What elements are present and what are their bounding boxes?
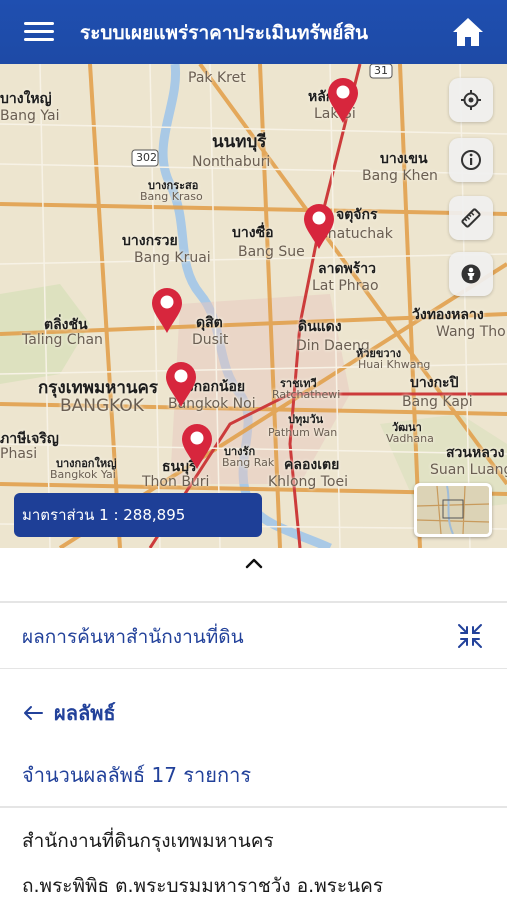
map-label: Bang Yai <box>0 108 60 124</box>
map-label: Lat Phrao <box>312 278 379 294</box>
app-header: ระบบเผยแพร่ราคาประเมินทรัพย์สิน <box>0 0 507 64</box>
person-button[interactable] <box>449 252 493 296</box>
measure-button[interactable] <box>449 196 493 240</box>
divider <box>0 601 507 603</box>
map-label: ลาดพร้าว <box>318 261 377 277</box>
map-label: Bangkok Yai <box>50 468 116 481</box>
info-icon <box>461 150 481 170</box>
result-count: จำนวนผลลัพธ์ 17 รายการ <box>22 763 252 787</box>
map-label: Suan Luang <box>430 462 507 478</box>
office-name: สำนักงานที่ดินกรุงเทพมหานคร <box>22 830 274 852</box>
page-title: ระบบเผยแพร่ราคาประเมินทรัพย์สิน <box>80 22 368 44</box>
locate-icon <box>461 90 481 110</box>
map-label: บางเขน <box>380 151 428 167</box>
map-scale-label: มาตราส่วน 1 : 288,895 <box>22 506 186 524</box>
map-label: BANGKOK <box>60 396 144 416</box>
map-label: Bang Rak <box>222 456 275 469</box>
map-label: Taling Chan <box>22 332 103 348</box>
locate-button[interactable] <box>449 78 493 122</box>
map-label: Wang Thonglang <box>436 324 507 340</box>
map-label: Pathum Wan <box>268 426 338 439</box>
map-label: ดุสิต <box>196 315 223 331</box>
map-label: Bang Khen <box>362 168 438 184</box>
overview-minimap[interactable] <box>414 483 492 537</box>
map-label: Ratchathewi <box>272 388 341 401</box>
map-pin[interactable] <box>326 76 360 124</box>
map-scale: มาตราส่วน 1 : 288,895 <box>14 493 262 537</box>
arrow-left-icon <box>24 706 43 720</box>
map-label: บางกะปิ <box>410 375 459 391</box>
map-label: Bang Kraso <box>140 190 203 203</box>
map-label: บางใหญ่ <box>0 91 52 107</box>
map-view[interactable]: 302 31 Pak Kret นนทบุรี Nonthaburi บางกร… <box>0 64 507 548</box>
map-label: Khlong Toei <box>268 474 348 490</box>
map-label: วังทองหลาง <box>412 307 484 323</box>
map-label: ดินแดง <box>298 319 342 335</box>
map-label: Vadhana <box>386 432 434 445</box>
chevron-up-icon[interactable] <box>243 556 265 570</box>
map-label: Pak Kret <box>188 70 246 86</box>
road-shield-302: 302 <box>136 151 157 164</box>
map-label: Bang Sue <box>238 244 305 260</box>
map-label: บางซื่อ <box>232 225 274 241</box>
divider <box>0 806 507 808</box>
map-pin[interactable] <box>150 286 184 334</box>
map-label: Bang Kruai <box>134 250 211 266</box>
map-pin[interactable] <box>180 422 214 470</box>
map-label: Nonthaburi <box>192 154 271 170</box>
map-label: นนทบุรี <box>212 132 267 152</box>
map-label: สวนหลวง <box>446 445 505 461</box>
map-label: Huai Khwang <box>358 358 431 371</box>
map-label: จตุจักร <box>336 207 378 223</box>
section-title: ผลการค้นหาสำนักงานที่ดิน <box>22 626 244 648</box>
back-label: ผลลัพธ์ <box>54 701 116 725</box>
map-pin[interactable] <box>302 202 336 250</box>
minimap-image <box>417 486 489 534</box>
hamburger-icon[interactable] <box>24 20 56 44</box>
map-label: Phasi <box>0 446 38 462</box>
back-to-results-link[interactable]: ผลลัพธ์ <box>22 697 116 729</box>
road-shield-31: 31 <box>374 64 388 77</box>
map-label: Bang Kapi <box>402 394 473 410</box>
map-label: Thon Buri <box>142 474 210 490</box>
person-icon <box>461 264 481 284</box>
divider <box>0 668 507 669</box>
map-pin[interactable] <box>164 360 198 408</box>
map-label: Dusit <box>192 332 229 348</box>
info-button[interactable] <box>449 138 493 182</box>
minimize-icon[interactable] <box>456 622 484 650</box>
map-label: คลองเตย <box>284 457 340 473</box>
ruler-icon <box>461 208 481 228</box>
home-icon[interactable] <box>451 16 485 48</box>
office-address: ถ.พระพิพิธ ต.พระบรมมหาราชวัง อ.พระนคร <box>22 875 384 897</box>
map-label: บางกรวย <box>122 233 178 249</box>
